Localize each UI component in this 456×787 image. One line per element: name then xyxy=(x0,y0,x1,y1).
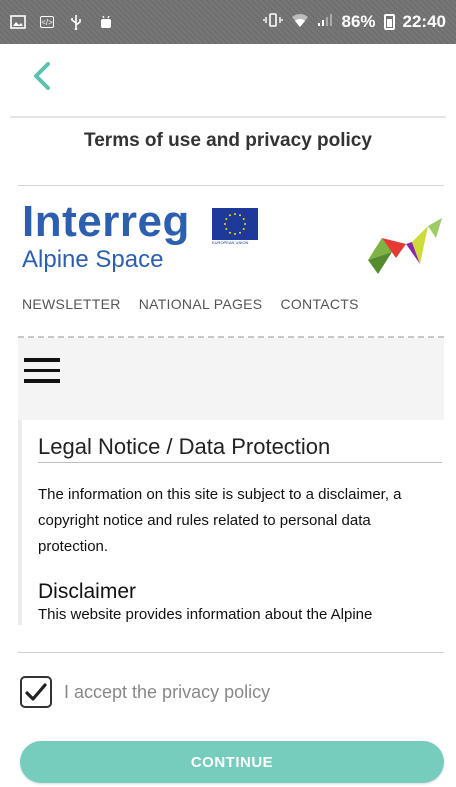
nav-link-national-pages[interactable]: NATIONAL PAGES xyxy=(139,296,263,312)
checkmark-icon xyxy=(25,683,47,701)
disclaimer-heading: Disclaimer xyxy=(38,580,137,603)
status-bar: </> 86% 22:40 xyxy=(0,0,456,44)
interreg-logo: Interreg Alpine Space xyxy=(22,200,190,274)
legal-heading: Legal Notice / Data Protection xyxy=(38,434,331,459)
privacy-checkbox-label: I accept the privacy policy xyxy=(64,681,271,702)
legal-content: Legal Notice / Data Protection The infor… xyxy=(18,420,444,625)
usb-icon xyxy=(68,14,84,30)
image-icon xyxy=(10,14,26,30)
hamburger-icon[interactable] xyxy=(24,358,62,384)
legal-heading-rule xyxy=(38,462,442,463)
wifi-icon xyxy=(291,12,309,33)
status-icons-right: 86% 22:40 xyxy=(263,12,446,33)
eu-flag-icon xyxy=(212,208,258,240)
signal-icon xyxy=(317,12,333,32)
app-bar xyxy=(0,44,456,116)
status-icons-left: </> xyxy=(10,14,114,30)
eu-label: EUROPEAN UNION xyxy=(212,240,249,245)
privacy-consent-row[interactable]: I accept the privacy policy xyxy=(20,676,270,708)
brand-subtitle: Alpine Space xyxy=(22,246,164,273)
battery-icon xyxy=(383,14,395,30)
nav-link-newsletter[interactable]: NEWSLETTER xyxy=(22,296,121,312)
nav-link-contacts[interactable]: CONTACTS xyxy=(280,296,358,312)
policy-webview[interactable]: Interreg Alpine Space EUROPEAN UNION NEW… xyxy=(18,185,444,625)
chevron-left-icon xyxy=(34,62,50,90)
footer-divider xyxy=(18,652,444,653)
back-button[interactable] xyxy=(28,58,56,94)
privacy-checkbox[interactable] xyxy=(20,676,52,708)
menu-band xyxy=(18,338,444,420)
battery-percent: 86% xyxy=(341,12,376,31)
alpine-mountain-logo-icon xyxy=(366,218,444,274)
android-icon xyxy=(98,14,114,30)
disclaimer-text: This website provides information about … xyxy=(38,606,373,623)
legal-text: The information on this site is subject … xyxy=(38,486,402,555)
header-divider xyxy=(10,116,446,118)
clock: 22:40 xyxy=(402,12,446,31)
vibrate-icon xyxy=(263,12,284,33)
continue-button[interactable]: CONTINUE xyxy=(20,741,444,783)
brand-name: Interreg xyxy=(22,197,190,246)
site-nav: NEWSLETTER NATIONAL PAGES CONTACTS xyxy=(22,296,359,312)
code-icon: </> xyxy=(40,16,54,28)
page-title: Terms of use and privacy policy xyxy=(84,130,372,151)
